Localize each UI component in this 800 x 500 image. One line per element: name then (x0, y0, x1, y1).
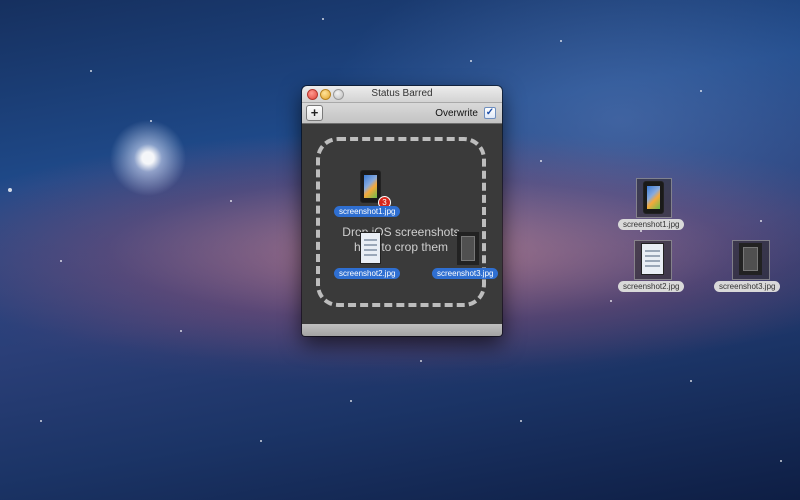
overwrite-label[interactable]: Overwrite (435, 108, 478, 119)
overwrite-checkbox[interactable]: ✓ (484, 107, 496, 119)
toolbar: + Overwrite ✓ (302, 103, 502, 124)
dashed-drop-zone[interactable]: Drop iOS screenshots here to crop them (316, 137, 486, 307)
desktop-file-1-label: screenshot1.jpg (618, 219, 685, 230)
status-barred-window: Status Barred + Overwrite ✓ Drop iOS scr… (302, 86, 502, 336)
dark-screenshot-icon (739, 243, 762, 275)
document-screenshot-icon (641, 243, 664, 275)
desktop-file-2-label: screenshot2.jpg (618, 281, 685, 292)
phone-screenshot-icon (360, 170, 381, 203)
title-bar[interactable]: Status Barred (302, 86, 502, 103)
desktop: { "window": { "title": "Status Barred", … (0, 0, 800, 500)
phone-screenshot-icon (643, 181, 664, 214)
dark-screenshot-icon (457, 232, 479, 265)
window-title: Status Barred (371, 88, 433, 99)
drop-area[interactable]: Drop iOS screenshots here to crop them (302, 124, 502, 324)
add-button[interactable]: + (306, 105, 323, 121)
document-screenshot-icon (360, 232, 381, 264)
desktop-file-3-label: screenshot3.jpg (714, 281, 781, 292)
dragged-file-2-label: screenshot2.jpg (334, 268, 401, 279)
window-bottom-bar (302, 324, 502, 336)
dragged-file-3-label: screenshot3.jpg (432, 268, 499, 279)
dragged-file-1-label: screenshot1.jpg (334, 206, 401, 217)
